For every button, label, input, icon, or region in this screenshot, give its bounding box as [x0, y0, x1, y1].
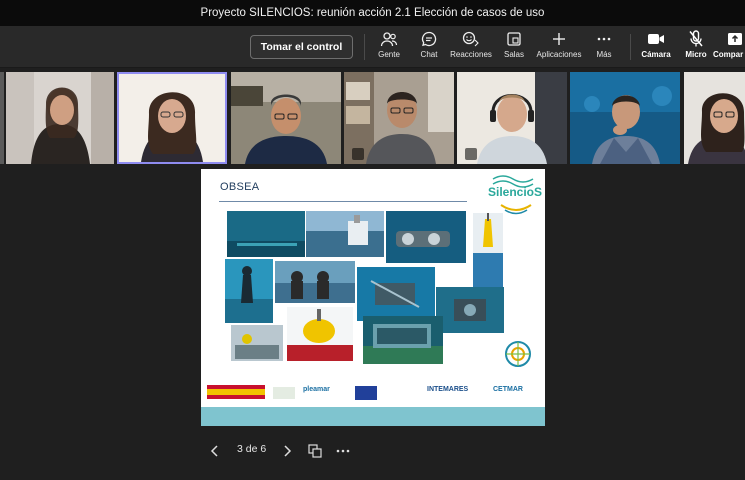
slide-photo-lab — [231, 325, 283, 361]
chevron-right-icon — [284, 445, 292, 457]
silencios-logo: SilencioS — [488, 185, 543, 199]
participant-video — [231, 72, 341, 164]
participant-tile[interactable] — [231, 72, 341, 164]
chat-icon — [419, 30, 439, 48]
people-icon — [379, 30, 399, 48]
slide-photo-subsea-station — [357, 267, 435, 321]
participant-tile[interactable] — [117, 72, 227, 164]
slide-title: OBSEA — [220, 181, 260, 193]
slide-footer-band — [201, 407, 545, 426]
slide-counter: 3 de 6 — [237, 443, 267, 455]
more-options-button[interactable] — [333, 440, 353, 462]
participant-video — [119, 74, 225, 162]
grid-view-icon — [308, 444, 322, 458]
more-button[interactable]: Más — [581, 30, 627, 64]
slide-pager: 3 de 6 — [205, 440, 355, 462]
slide-photo-seafloor-node — [436, 287, 504, 333]
participant-tile[interactable] — [344, 72, 454, 164]
take-control-button[interactable]: Tomar el control — [250, 35, 353, 59]
spain-government-logo — [207, 385, 265, 399]
participant-tile[interactable] — [0, 72, 4, 164]
more-icon — [336, 449, 350, 453]
participant-tile[interactable] — [684, 72, 745, 164]
intemares-logo: INTEMARES — [427, 386, 469, 393]
slide-title-rule — [219, 201, 467, 202]
rooms-icon — [504, 30, 524, 48]
participant-video — [6, 72, 114, 164]
slide-photo-yellow-buoy — [287, 307, 353, 361]
muted-icon — [465, 148, 477, 160]
reactions-button[interactable]: Reacciones — [448, 30, 494, 64]
slide-photo-team — [275, 261, 355, 303]
slide-photo-diver — [225, 259, 273, 323]
shared-slide: OBSEA SilencioS pleamar INTEMARES CETMAR — [201, 169, 545, 426]
slide-photo-boat — [306, 211, 384, 257]
more-icon — [594, 30, 614, 48]
previous-slide-button[interactable] — [205, 440, 225, 462]
share-icon — [725, 30, 745, 48]
participant-video — [570, 72, 680, 164]
cetmar-logo: CETMAR — [493, 386, 523, 393]
chat-button[interactable]: Chat — [406, 30, 452, 64]
participant-tile[interactable] — [570, 72, 680, 164]
muted-icon — [352, 148, 364, 160]
rooms-button[interactable]: Salas — [491, 30, 537, 64]
silencios-logo-mark — [500, 204, 532, 215]
foundation-logo — [273, 387, 295, 399]
next-slide-button[interactable] — [277, 440, 297, 462]
participant-video — [684, 72, 745, 164]
slide-photo-underwater — [227, 211, 305, 257]
mic-off-icon — [686, 30, 706, 48]
slide-photo-buoy — [473, 213, 503, 287]
participant-strip — [0, 70, 745, 166]
window-title: Proyecto SILENCIOS: reunión acción 2.1 E… — [0, 0, 745, 26]
eu-flag-logo — [355, 386, 377, 400]
plus-icon — [549, 30, 569, 48]
share-button[interactable]: Compar — [713, 30, 745, 64]
apps-button[interactable]: Aplicaciones — [536, 30, 582, 64]
chevron-left-icon — [210, 445, 218, 457]
pleamar-logo: pleamar — [303, 386, 330, 393]
camera-icon — [646, 30, 666, 48]
slide-photo-structure — [363, 316, 443, 364]
meeting-toolbar: Tomar el control Gente Chat Reacciones S… — [0, 26, 745, 68]
reactions-icon — [461, 30, 481, 48]
slide-photo-emblem — [503, 339, 533, 369]
slide-photo-divers-equipment — [386, 211, 466, 263]
toolbar-divider — [630, 34, 631, 60]
participant-tile[interactable] — [457, 72, 567, 164]
partner-logos: pleamar INTEMARES CETMAR — [201, 381, 545, 407]
grid-view-button[interactable] — [305, 440, 325, 462]
participant-tile[interactable] — [6, 72, 114, 164]
toolbar-divider — [364, 34, 365, 60]
